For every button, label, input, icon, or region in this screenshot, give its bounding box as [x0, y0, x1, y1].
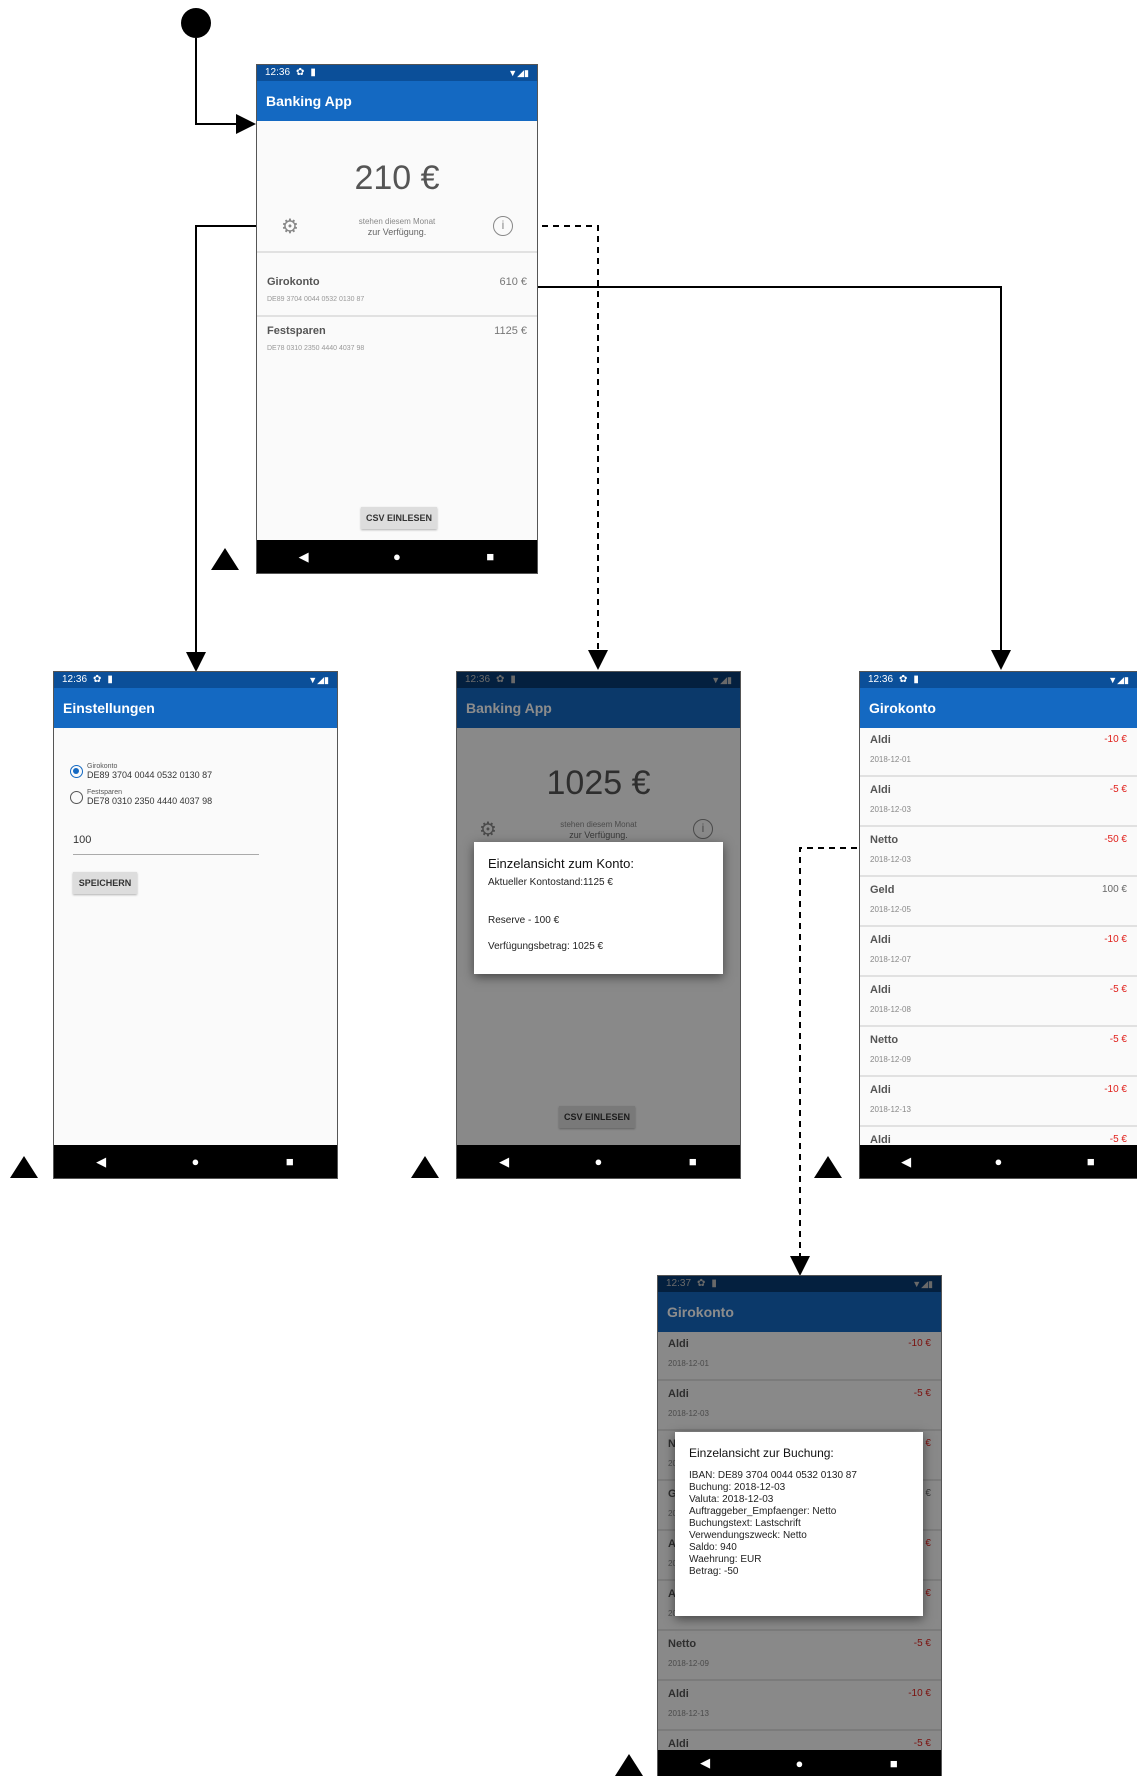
recent-apps-icon[interactable]: ■ [1051, 1154, 1131, 1169]
booking-detail-dialog: Einzelansicht zur Buchung: IBAN: DE89 37… [675, 1432, 923, 1616]
transaction-row[interactable]: Aldi2018-12-07-10 € [860, 928, 1137, 977]
gear-icon[interactable]: ⚙ [281, 217, 299, 237]
dialog-line: Aktueller Kontostand:1125 € [488, 877, 613, 888]
start-node [181, 8, 211, 38]
dialog-line: Betrag: -50 [689, 1566, 739, 1577]
dialog-line: Saldo: 940 [689, 1542, 737, 1553]
settings-title: Einstellungen [54, 688, 337, 728]
divider [257, 315, 537, 317]
nav-bar: ◀ ● ■ [457, 1145, 740, 1178]
recent-apps-icon[interactable]: ■ [854, 1756, 934, 1771]
account-arrow [536, 286, 1011, 670]
status-bar: 12:36 ✿ ▮ ▼◢▮ [257, 65, 537, 81]
sd-card-icon: ▮ [310, 67, 316, 78]
signal-battery-icon: ▼◢▮ [508, 68, 529, 78]
back-icon[interactable]: ◀ [464, 1154, 544, 1170]
transaction-row[interactable]: Aldi 2018-12-01 -10 € [860, 728, 1137, 777]
dialog-line: Valuta: 2018-12-03 [689, 1494, 774, 1505]
signal-battery-icon: ▼◢▮ [1108, 675, 1129, 685]
transaction-row[interactable]: Aldi 2018-12-03 -5 € [860, 778, 1137, 827]
home-icon[interactable]: ● [958, 1154, 1038, 1169]
nav-bar: ◀ ● ■ [257, 540, 537, 573]
available-amount: 210 € [354, 159, 440, 197]
booking-arrow [790, 847, 857, 1276]
dialog-line: Buchungstext: Lastschrift [689, 1518, 801, 1529]
gear-status-icon: ✿ [296, 67, 305, 78]
transaction-row[interactable]: Geld2018-12-05100 € [860, 878, 1137, 927]
status-scrim [457, 672, 740, 688]
divider [257, 251, 537, 253]
transactions-title: Girokonto [860, 688, 1137, 728]
phone-account-dialog: 12:36 ✿ ▮ ▼◢▮ Banking App 1025 € stehen di… [456, 671, 741, 1179]
gear-status-icon: ✿ [93, 674, 102, 685]
transaction-row[interactable]: Netto 2018-12-09 -5 € [860, 1028, 1137, 1077]
end-marker [211, 548, 239, 570]
dialog-line: Verwendungszweck: Netto [689, 1530, 807, 1541]
transaction-row[interactable]: Aldi 2018-12-13 -10 € [860, 1078, 1137, 1127]
phone-settings: 12:36 ✿ ▮ ▼◢▮ Einstellungen Girokonto DE89 … [53, 671, 338, 1179]
status-bar: 12:36 ✿ ▮ ▼◢▮ [860, 672, 1137, 688]
end-marker [10, 1156, 38, 1178]
csv-import-button[interactable]: CSV EINLESEN [361, 507, 437, 529]
dialog-title: Einzelansicht zur Buchung: [689, 1446, 834, 1460]
account-row-girokonto[interactable]: Girokonto DE89 3704 0044 0532 0130 87 61… [257, 272, 537, 318]
clock: 12:36 [868, 674, 894, 685]
reserve-input[interactable]: 100 [73, 834, 259, 855]
radio-option-girokonto[interactable]: Girokonto DE89 3704 0044 0532 0130 87 [70, 762, 212, 780]
status-scrim [658, 1276, 941, 1292]
sd-card-icon: ▮ [913, 674, 919, 685]
dialog-line: IBAN: DE89 3704 0044 0532 0130 87 [689, 1470, 857, 1481]
clock: 12:36 [265, 67, 291, 78]
radio-unselected-icon[interactable] [70, 790, 83, 804]
back-icon[interactable]: ◀ [264, 549, 344, 565]
back-icon[interactable]: ◀ [61, 1154, 141, 1170]
transaction-row[interactable]: Aldi2018-12-08-5 € [860, 978, 1137, 1027]
recent-apps-icon[interactable]: ■ [653, 1154, 733, 1169]
status-bar: 12:36 ✿ ▮ ▼◢▮ [54, 672, 337, 688]
start-arrow [195, 38, 256, 134]
recent-apps-icon[interactable]: ■ [450, 549, 530, 564]
phone-main: 12:36 ✿ ▮ ▼◢▮ Banking App 210 € stehen die… [256, 64, 538, 574]
back-icon[interactable]: ◀ [866, 1154, 946, 1170]
dialog-line: Reserve - 100 € [488, 915, 560, 926]
clock: 12:36 [62, 674, 88, 685]
dialog-line: Buchung: 2018-12-03 [689, 1482, 786, 1493]
dialog-line: Verfügungsbetrag: 1025 € [488, 941, 604, 952]
radio-option-festsparen[interactable]: Festsparen DE78 0310 2350 4440 4037 98 [70, 788, 212, 806]
info-icon[interactable]: i [493, 216, 513, 236]
transaction-row[interactable]: Netto2018-12-03-50 € [860, 828, 1137, 877]
home-icon[interactable]: ● [155, 1154, 235, 1169]
save-button[interactable]: SPEICHERN [73, 872, 137, 894]
account-row-festsparen[interactable]: Festsparen DE78 0310 2350 4440 4037 98 1… [257, 321, 537, 367]
phone-booking-dialog: 12:37 ✿ ▮ ▼◢▮ Girokonto Aldi 2018-12-01 -10 … [657, 1275, 942, 1776]
phone-transactions: 12:36 ✿ ▮ ▼◢▮ Girokonto Aldi 2018-12-01 -10 … [859, 671, 1137, 1179]
sd-card-icon: ▮ [107, 674, 113, 685]
dialog-line: Auftraggeber_Empfaenger: Netto [689, 1506, 837, 1517]
radio-selected-icon[interactable] [70, 764, 83, 778]
end-marker [411, 1156, 439, 1178]
home-icon[interactable]: ● [357, 549, 437, 564]
end-marker [615, 1754, 643, 1776]
app-title: Banking App [257, 81, 537, 121]
nav-bar: ◀ ● ■ [54, 1145, 337, 1178]
recent-apps-icon[interactable]: ■ [250, 1154, 330, 1169]
back-icon[interactable]: ◀ [665, 1755, 745, 1771]
account-detail-dialog: Einzelansicht zum Konto: Aktueller Konto… [474, 842, 723, 974]
home-icon[interactable]: ● [558, 1154, 638, 1169]
dialog-title: Einzelansicht zum Konto: [488, 856, 634, 871]
end-marker [814, 1156, 842, 1178]
dialog-line: Waehrung: EUR [689, 1554, 762, 1565]
nav-bar: ◀ ● ■ [658, 1750, 941, 1776]
gear-status-icon: ✿ [899, 674, 908, 685]
home-icon[interactable]: ● [759, 1756, 839, 1771]
nav-bar: ◀ ● ■ [860, 1145, 1137, 1178]
signal-battery-icon: ▼◢▮ [308, 675, 329, 685]
